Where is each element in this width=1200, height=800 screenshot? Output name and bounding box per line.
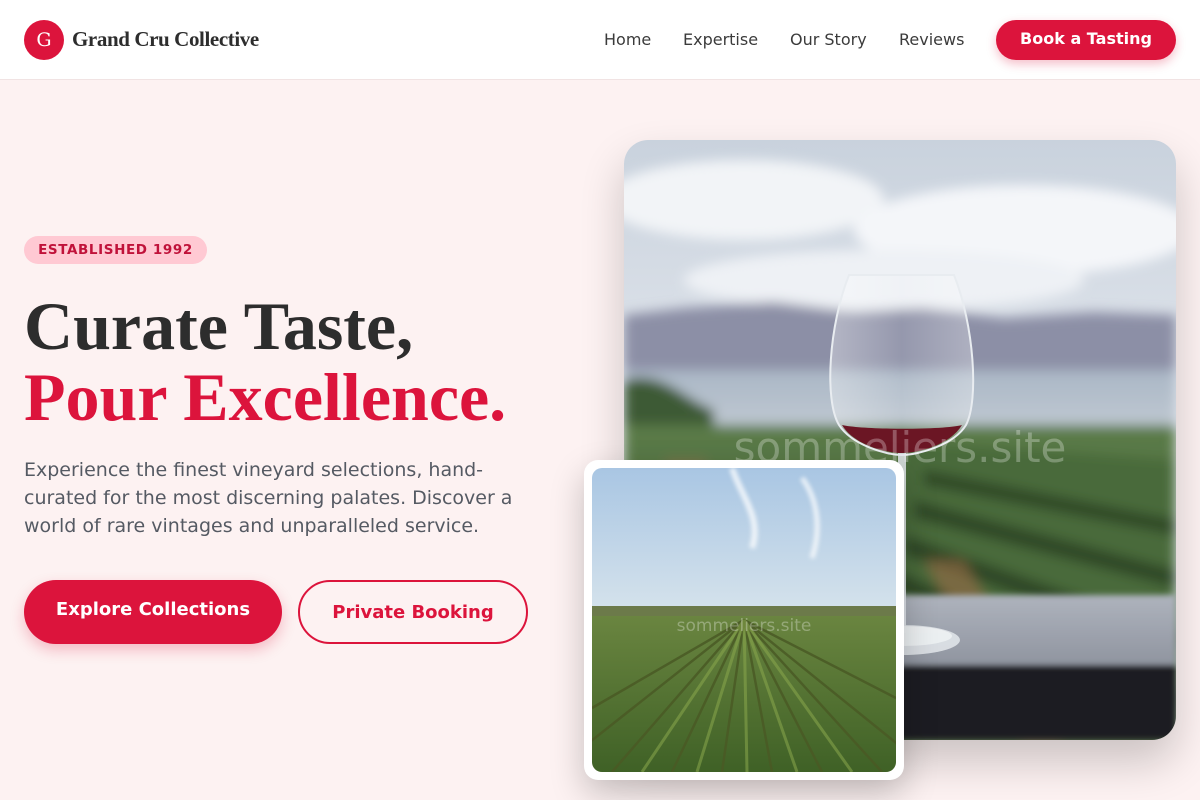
- hero-title-line-1: Curate Taste,: [24, 288, 414, 364]
- hero-title-line-2: Pour Excellence.: [24, 359, 507, 435]
- logo-icon[interactable]: G: [24, 20, 64, 60]
- top-navbar: G Grand Cru Collective Home Expertise Ou…: [0, 0, 1200, 80]
- vineyard-rows-card: sommeliers.site: [584, 460, 904, 780]
- nav-link-expertise[interactable]: Expertise: [683, 30, 758, 49]
- vineyard-rows-image: sommeliers.site: [592, 468, 896, 772]
- nav-link-our-story[interactable]: Our Story: [790, 30, 867, 49]
- book-tasting-button[interactable]: Book a Tasting: [996, 20, 1176, 60]
- explore-collections-button[interactable]: Explore Collections: [24, 580, 282, 644]
- private-booking-button[interactable]: Private Booking: [298, 580, 528, 644]
- nav-link-reviews[interactable]: Reviews: [899, 30, 964, 49]
- nav-link-home[interactable]: Home: [604, 30, 651, 49]
- hero-description: Experience the finest vineyard selection…: [24, 459, 513, 537]
- brand-name[interactable]: Grand Cru Collective: [72, 27, 259, 52]
- small-image-watermark: sommeliers.site: [677, 616, 812, 636]
- established-badge: ESTABLISHED 1992: [24, 236, 207, 264]
